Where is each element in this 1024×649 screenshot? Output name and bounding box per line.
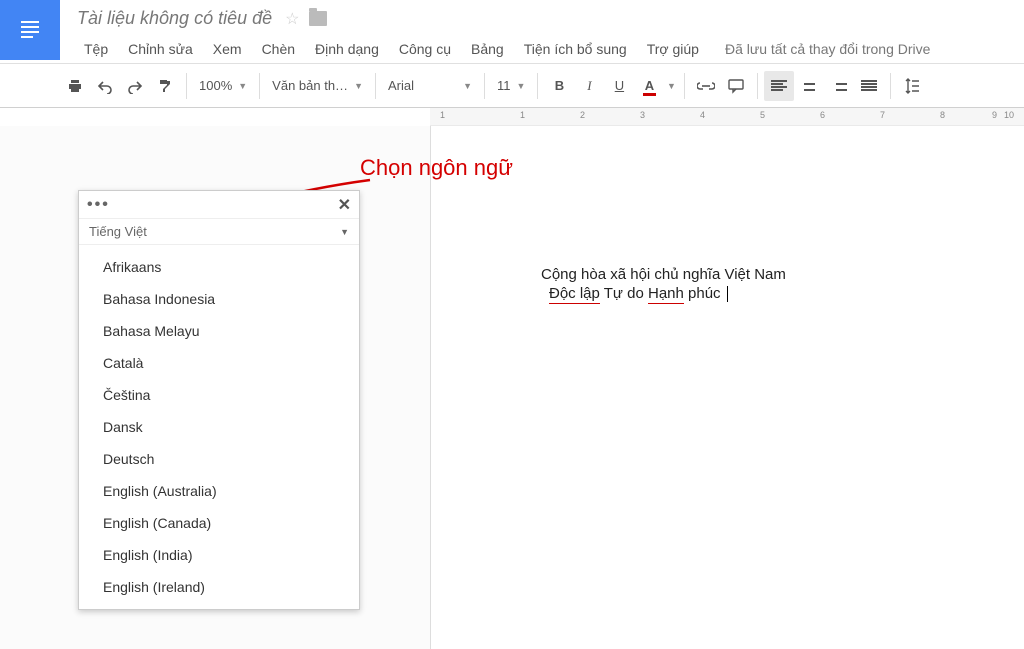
language-option[interactable]: English (Ireland)	[79, 571, 359, 603]
align-right-icon[interactable]	[824, 71, 854, 101]
language-option[interactable]: Dansk	[79, 411, 359, 443]
text-color-arrow[interactable]: ▼	[664, 71, 678, 101]
align-left-icon[interactable]	[764, 71, 794, 101]
font-size-dropdown[interactable]: 11▼	[491, 71, 531, 101]
insert-comment-icon[interactable]	[721, 71, 751, 101]
save-status: Đã lưu tất cả thay đổi trong Drive	[725, 41, 930, 57]
current-language-label: Tiếng Việt	[89, 224, 147, 239]
language-option[interactable]: English (Australia)	[79, 475, 359, 507]
italic-button[interactable]: I	[574, 71, 604, 101]
toolbar: 100%▼ Văn bản th…▼ Arial▼ 11▼ B I U A ▼	[0, 64, 1024, 108]
menu-format[interactable]: Định dạng	[305, 37, 389, 61]
insert-link-icon[interactable]	[691, 71, 721, 101]
menu-help[interactable]: Trợ giúp	[637, 37, 709, 61]
doc-line-2: Độc lập Tự do Hạnh phúc	[541, 285, 984, 302]
star-icon[interactable]: ☆	[285, 9, 299, 29]
chevron-down-icon: ▼	[340, 227, 349, 237]
ruler: 1 1 2 3 4 5 6 7 8 9 10	[430, 108, 1024, 126]
paint-format-icon[interactable]	[150, 71, 180, 101]
text-cursor	[727, 286, 728, 302]
underline-button[interactable]: U	[604, 71, 634, 101]
app-header: Tài liệu không có tiêu đề ☆ Tệp Chỉnh sử…	[0, 0, 1024, 64]
language-option[interactable]: Afrikaans	[79, 251, 359, 283]
undo-icon[interactable]	[90, 71, 120, 101]
align-center-icon[interactable]	[794, 71, 824, 101]
print-icon[interactable]	[60, 71, 90, 101]
drag-handle-icon[interactable]: •••	[87, 196, 110, 214]
align-justify-icon[interactable]	[854, 71, 884, 101]
language-option[interactable]: English (Canada)	[79, 507, 359, 539]
line-spacing-icon[interactable]	[897, 71, 927, 101]
document-title[interactable]: Tài liệu không có tiêu đề	[74, 6, 275, 31]
language-list: Afrikaans Bahasa Indonesia Bahasa Melayu…	[79, 245, 359, 609]
language-option[interactable]: English (India)	[79, 539, 359, 571]
language-option[interactable]: Deutsch	[79, 443, 359, 475]
doc-line-1: Cộng hòa xã hội chủ nghĩa Việt Nam	[541, 266, 984, 283]
close-icon[interactable]: ✕	[338, 195, 351, 215]
document-page[interactable]: Cộng hòa xã hội chủ nghĩa Việt Nam Độc l…	[430, 126, 1024, 649]
docs-logo[interactable]	[0, 0, 60, 60]
language-option[interactable]: Bahasa Indonesia	[79, 283, 359, 315]
language-option[interactable]: Bahasa Melayu	[79, 315, 359, 347]
language-option[interactable]: Català	[79, 347, 359, 379]
language-option[interactable]: Čeština	[79, 379, 359, 411]
menu-table[interactable]: Bảng	[461, 37, 514, 61]
text-color-button[interactable]: A	[634, 71, 664, 101]
redo-icon[interactable]	[120, 71, 150, 101]
font-family-dropdown[interactable]: Arial▼	[382, 71, 478, 101]
bold-button[interactable]: B	[544, 71, 574, 101]
menu-tools[interactable]: Công cụ	[389, 37, 461, 61]
menu-insert[interactable]: Chèn	[252, 37, 305, 61]
paragraph-style-dropdown[interactable]: Văn bản th…▼	[266, 71, 369, 101]
menu-view[interactable]: Xem	[203, 37, 252, 61]
menu-bar: Tệp Chỉnh sửa Xem Chèn Định dạng Công cụ…	[74, 37, 1014, 61]
menu-edit[interactable]: Chỉnh sửa	[118, 37, 203, 61]
folder-icon[interactable]	[309, 11, 327, 26]
zoom-dropdown[interactable]: 100%▼	[193, 71, 253, 101]
menu-file[interactable]: Tệp	[74, 37, 118, 61]
voice-typing-panel: ••• ✕ Tiếng Việt ▼ Afrikaans Bahasa Indo…	[78, 190, 360, 610]
menu-addons[interactable]: Tiện ích bổ sung	[514, 37, 637, 61]
language-dropdown-toggle[interactable]: Tiếng Việt ▼	[79, 219, 359, 245]
